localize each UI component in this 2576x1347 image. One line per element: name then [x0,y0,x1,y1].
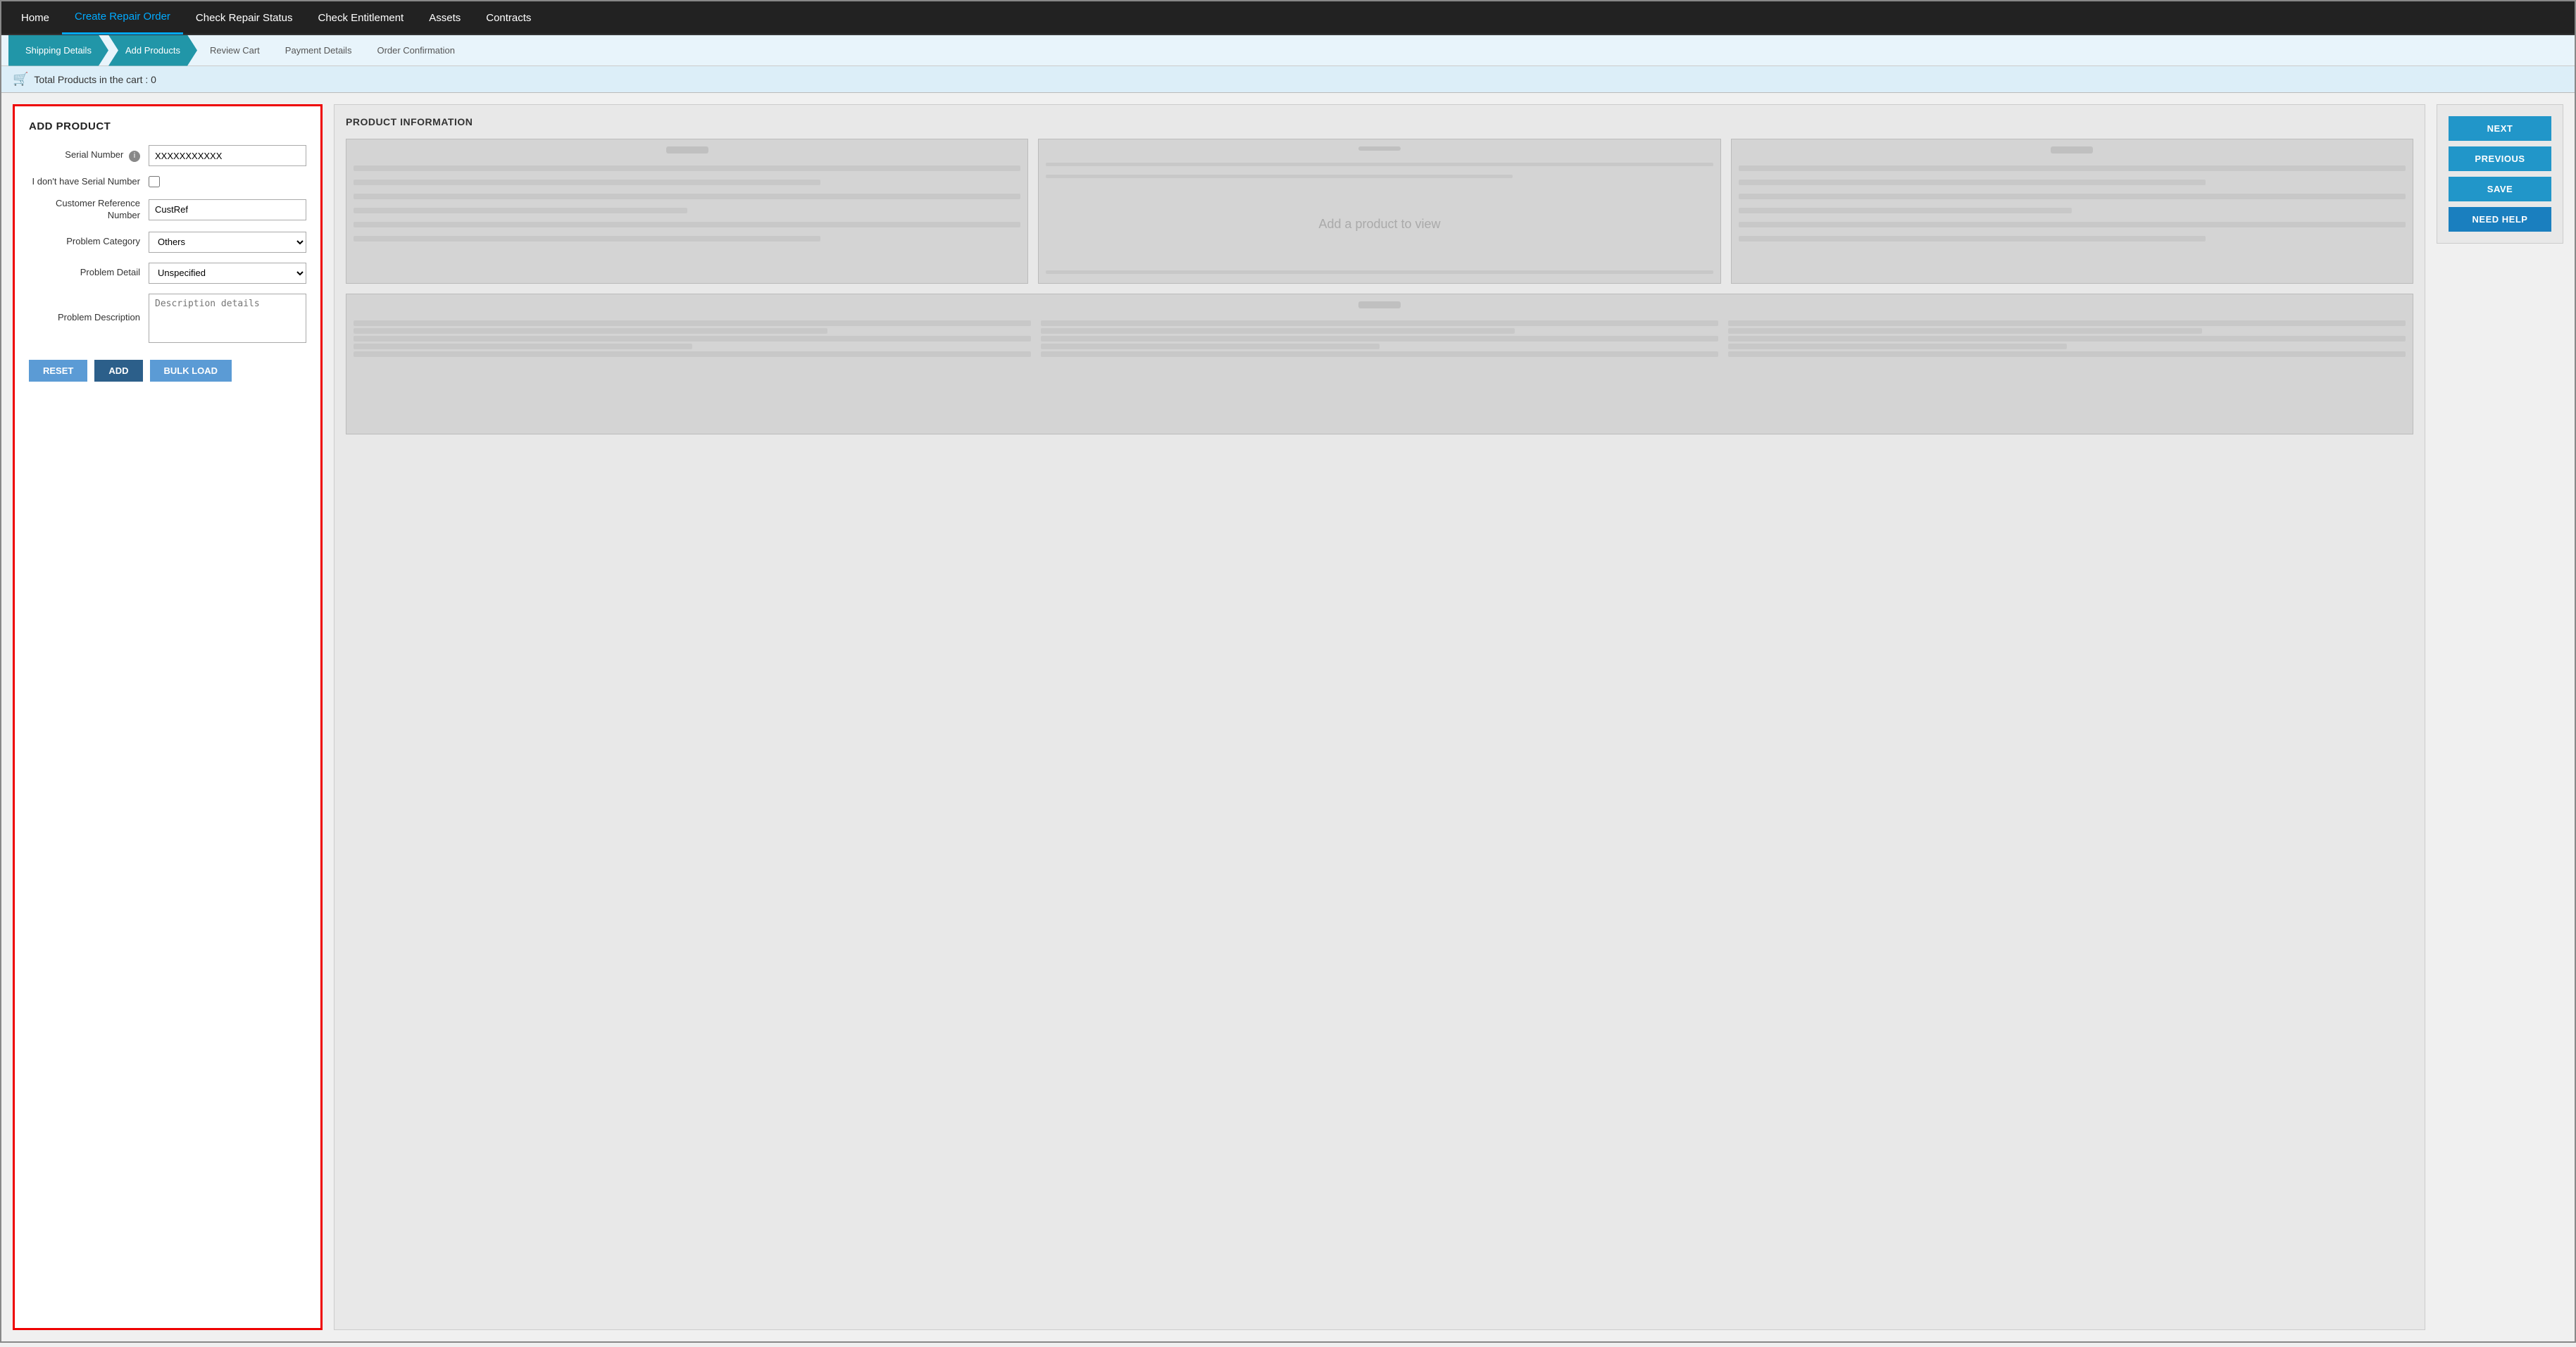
problem-detail-select[interactable]: Unspecified Screen Battery Other [149,263,306,284]
step-review-cart[interactable]: Review Cart [197,35,273,66]
bottom-col-3 [1728,318,2406,359]
bulk-load-button[interactable]: BULK LOAD [150,360,232,382]
card-line [1046,163,1713,166]
card-line [1739,208,2072,213]
card-line [1046,175,1513,178]
card-handle-bottom [1358,301,1401,308]
reset-button[interactable]: RESET [29,360,87,382]
card-line [1041,344,1380,349]
step-payment-details[interactable]: Payment Details [273,35,365,66]
card-line [1728,328,2202,334]
product-card-grid-top: Add a product to view [346,139,2413,284]
product-info-panel: PRODUCT INFORMATION [334,104,2425,1330]
problem-category-row: Problem Category Others Hardware Softwar… [29,232,306,253]
serial-number-input[interactable] [149,145,306,166]
card-line [1041,336,1718,342]
card-line [1739,194,2406,199]
card-line [1041,320,1718,326]
bottom-col-2 [1041,318,1718,359]
serial-number-info-icon[interactable]: i [129,151,140,162]
add-button[interactable]: ADD [94,360,142,382]
card-line [1739,222,2406,227]
card-line [1739,236,2206,242]
action-buttons: RESET ADD BULK LOAD [29,360,306,382]
card-line [354,320,1031,326]
step-order-confirmation[interactable]: Order Confirmation [364,35,468,66]
no-serial-row: I don't have Serial Number [29,176,306,188]
cust-ref-input[interactable] [149,199,306,220]
card-line [1046,270,1713,274]
nav-assets[interactable]: Assets [416,1,473,35]
card-line [1728,344,2067,349]
card-line [1041,328,1515,334]
problem-desc-label: Problem Description [29,312,149,324]
save-button[interactable]: SAVE [2449,177,2551,201]
step-add-products[interactable]: Add Products [108,35,197,66]
card-line [1739,165,2406,171]
bottom-col-1 [354,318,1031,359]
problem-category-label: Problem Category [29,236,149,248]
nav-contracts[interactable]: Contracts [473,1,544,35]
cust-ref-row: Customer ReferenceNumber [29,198,306,222]
add-product-title: ADD PRODUCT [29,120,306,132]
product-card-1 [346,139,1028,284]
previous-button[interactable]: PREVIOUS [2449,146,2551,171]
card-handle-3 [2051,146,2093,154]
product-card-3 [1731,139,2413,284]
card-line [1041,351,1718,357]
card-line [1728,320,2406,326]
serial-number-label: Serial Number i [29,149,149,161]
no-serial-checkbox[interactable] [149,176,160,187]
card-line [1739,180,2206,185]
problem-desc-textarea[interactable] [149,294,306,343]
card-line [1728,351,2406,357]
cart-icon: 🛒 [13,72,28,87]
cart-bar: 🛒 Total Products in the cart : 0 [1,66,2575,93]
problem-desc-row: Problem Description [29,294,306,343]
cart-total-label: Total Products in the cart : 0 [34,74,156,85]
card-line [354,208,687,213]
nav-home[interactable]: Home [8,1,62,35]
serial-number-row: Serial Number i [29,145,306,166]
card-line [354,180,820,185]
card-line [354,194,1020,199]
card-line [354,165,1020,171]
nav-create-repair-order[interactable]: Create Repair Order [62,1,183,35]
add-product-placeholder: Add a product to view [1046,184,1713,264]
right-sidebar: NEXT PREVIOUS SAVE NEED HELP [2437,104,2563,244]
cust-ref-label: Customer ReferenceNumber [29,198,149,222]
problem-detail-row: Problem Detail Unspecified Screen Batter… [29,263,306,284]
product-card-2: Add a product to view [1038,139,1720,284]
product-info-title: PRODUCT INFORMATION [346,116,2413,127]
card-line [1728,336,2406,342]
nav-check-entitlement[interactable]: Check Entitlement [305,1,416,35]
problem-detail-label: Problem Detail [29,267,149,279]
main-content: ADD PRODUCT Serial Number i I don't have… [1,93,2575,1341]
card-line [354,344,692,349]
card-handle-1 [666,146,708,154]
card-line [354,351,1031,357]
card-handle-2 [1358,146,1401,151]
no-serial-label: I don't have Serial Number [29,176,149,188]
card-line [354,336,1031,342]
problem-category-select[interactable]: Others Hardware Software Network [149,232,306,253]
card-line [354,222,1020,227]
card-line [354,236,820,242]
need-help-button[interactable]: NEED HELP [2449,207,2551,232]
product-card-bottom [346,294,2413,434]
card-line [354,328,827,334]
add-product-panel: ADD PRODUCT Serial Number i I don't have… [13,104,323,1330]
steps-bar: Shipping Details Add Products Review Car… [1,35,2575,66]
top-nav: Home Create Repair Order Check Repair St… [1,1,2575,35]
next-button[interactable]: NEXT [2449,116,2551,141]
step-shipping-details[interactable]: Shipping Details [8,35,108,66]
nav-check-repair-status[interactable]: Check Repair Status [183,1,306,35]
